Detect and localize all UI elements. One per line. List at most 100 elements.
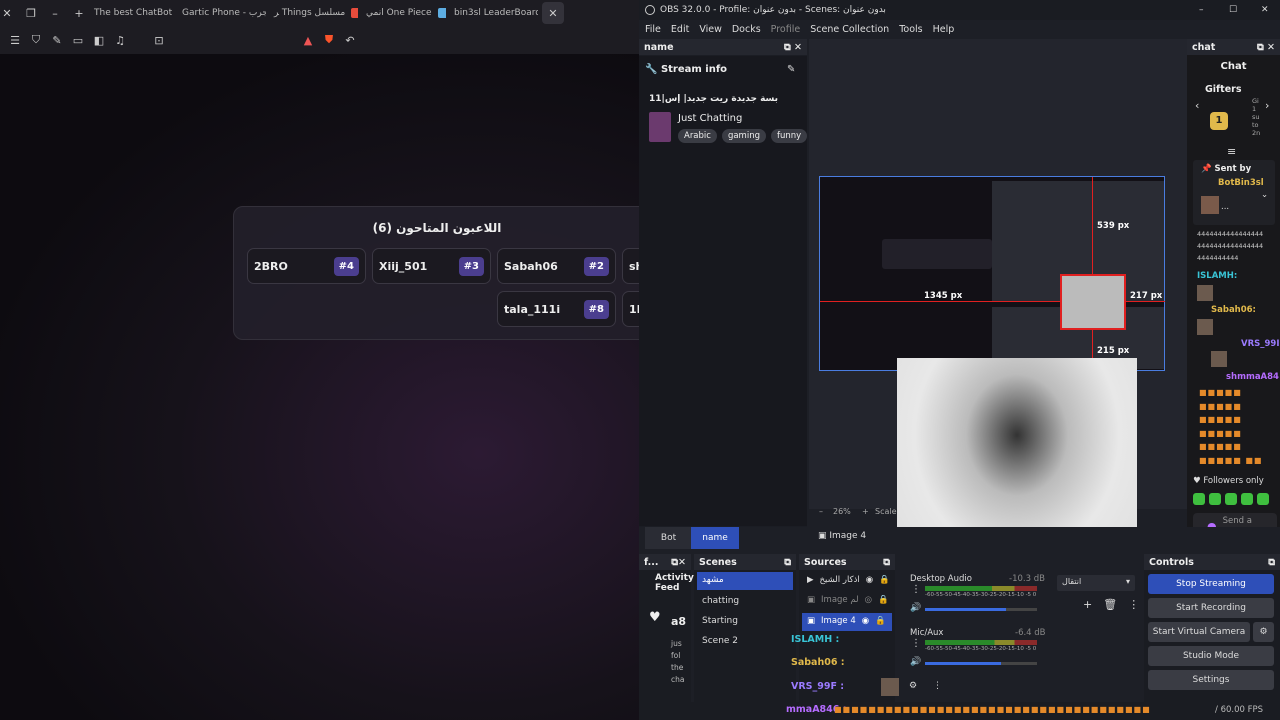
emote-icon[interactable]	[1209, 493, 1221, 505]
chat-user[interactable]: VRS_99I	[1241, 339, 1280, 349]
next-arrow-icon[interactable]: ›	[1265, 99, 1269, 112]
emote-icon[interactable]	[1225, 493, 1237, 505]
emote-icon[interactable]	[1241, 493, 1253, 505]
menu-view[interactable]: View	[699, 24, 722, 35]
minimize-icon[interactable]: –	[1199, 5, 1204, 15]
activity-text: jus fol the cha	[671, 639, 685, 684]
mic-volume-slider[interactable]	[925, 662, 1037, 665]
filter-icon[interactable]: ≡	[1227, 145, 1236, 158]
obs-titlebar: OBS 32.0.0 - Profile: بدون عنوان - Scene…	[639, 0, 1280, 20]
menu-icon[interactable]: ☰	[8, 33, 22, 47]
tab-gartic[interactable]: Gartic Phone - جرب	[174, 0, 266, 26]
lock-icon[interactable]: 🔒	[875, 616, 886, 628]
gear-icon[interactable]: ⚙	[1253, 622, 1274, 642]
trash-icon[interactable]: 🗑	[1103, 598, 1117, 611]
close-icon[interactable]: ✕	[1261, 5, 1269, 15]
prev-arrow-icon[interactable]: ‹	[1195, 99, 1199, 112]
player-card[interactable]: Xiij_501 #3	[372, 248, 491, 284]
overlay-chat-user: VRS_99F :	[791, 681, 845, 692]
chat-user[interactable]: ISLAMH:	[1197, 271, 1237, 281]
brave-icon[interactable]: ⛊	[322, 33, 336, 47]
zoom-plus[interactable]: +	[862, 507, 869, 516]
player-card[interactable]: 2BRO #4	[247, 248, 366, 284]
stream-info-header: 🔧 Stream info	[645, 64, 728, 75]
close-window-icon[interactable]: ✕	[0, 6, 14, 20]
chat-title: Chat	[1220, 61, 1247, 72]
source-item-selected[interactable]: ▣ Image 4 ◉ 🔒	[802, 613, 892, 631]
tab-name[interactable]: name	[691, 527, 739, 549]
settings-button[interactable]: Settings	[1148, 670, 1274, 690]
settings-icon[interactable]: ⚙	[909, 681, 917, 691]
player-card[interactable]: sh	[622, 248, 639, 284]
extension-icon[interactable]: ✎	[50, 33, 64, 47]
tag[interactable]: funny	[770, 129, 808, 143]
play-icon[interactable]: ▶	[807, 575, 814, 585]
undo-icon[interactable]: ↶	[343, 33, 357, 47]
restore-icon[interactable]: ❐	[24, 6, 38, 20]
music-icon[interactable]: ♫	[113, 33, 127, 47]
heart-icon: ♥	[649, 610, 661, 625]
more-icon[interactable]: ⋮	[911, 584, 921, 595]
edit-icon[interactable]: ✎	[787, 64, 795, 75]
close-tab-icon[interactable]: ✕	[542, 2, 564, 24]
rank-badge: #2	[583, 256, 609, 276]
more-icon[interactable]: ⋮	[1128, 598, 1139, 611]
speaker-icon[interactable]: 🔊	[910, 657, 921, 667]
notification-icon[interactable]: ▲	[301, 33, 315, 47]
start-virtual-camera-button[interactable]: Start Virtual Camera	[1148, 622, 1250, 642]
source-item[interactable]: ▶ اذكار الشيخ ◉ 🔒	[807, 575, 890, 585]
tag[interactable]: Arabic	[678, 129, 717, 143]
start-recording-button[interactable]: Start Recording	[1148, 598, 1274, 618]
tab-leaderboard[interactable]: bin3sl LeaderBoard	[446, 0, 538, 26]
emote-icon[interactable]	[1193, 493, 1205, 505]
emote-icon[interactable]	[1257, 493, 1269, 505]
add-icon[interactable]: +	[1083, 598, 1092, 611]
scene-item[interactable]: chatting	[702, 596, 739, 606]
menu-help[interactable]: Help	[933, 24, 955, 35]
eye-icon[interactable]: ◉	[866, 575, 873, 585]
screenshot-icon[interactable]: ⊡	[152, 33, 166, 47]
more-icon[interactable]: ⋮	[933, 681, 942, 691]
meter-scale: -60-55-50-45-40-35-30-25-20-15-10 -5 0	[925, 592, 1037, 598]
new-tab-icon[interactable]: +	[72, 6, 86, 20]
maximize-icon[interactable]: ☐	[1229, 5, 1237, 15]
scene-item[interactable]: Scene 2	[702, 636, 738, 646]
transition-select[interactable]: انتقال ▾	[1057, 575, 1135, 591]
menu-scene-collection[interactable]: Scene Collection	[810, 24, 889, 35]
menu-edit[interactable]: Edit	[671, 24, 689, 35]
player-card[interactable]: 1H	[622, 291, 639, 327]
scene-item[interactable]: Starting	[702, 616, 738, 626]
chat-user[interactable]: Sabah06:	[1211, 305, 1256, 315]
minimize-icon[interactable]: –	[48, 6, 62, 20]
tab-one-piece[interactable]: انمي One Piece	[358, 0, 446, 26]
studio-mode-button[interactable]: Studio Mode	[1148, 646, 1274, 666]
eye-off-icon[interactable]: ◎	[865, 595, 872, 605]
menu-file[interactable]: File	[645, 24, 661, 35]
lock-icon[interactable]: 🔒	[878, 595, 889, 605]
tab-stranger-things[interactable]: ﺮ Things مسلسل	[266, 0, 358, 26]
tab-bot[interactable]: Bot	[645, 527, 692, 549]
lock-icon[interactable]: 🔒	[879, 575, 890, 585]
menu-tools[interactable]: Tools	[899, 24, 922, 35]
scene-item[interactable]: مشهد	[697, 572, 793, 590]
player-card[interactable]: Sabah06 #2	[497, 248, 616, 284]
menu-docks[interactable]: Docks	[732, 24, 761, 35]
tab-manager-icon[interactable]: ▭	[71, 33, 85, 47]
speaker-icon[interactable]: 🔊	[910, 603, 921, 613]
zoom-minus[interactable]: –	[819, 507, 823, 516]
player-card[interactable]: tala_111i #8	[497, 291, 616, 327]
chat-user[interactable]: shmmaA84	[1226, 372, 1279, 382]
source-item[interactable]: ▣ Image لم ◎ 🔒	[807, 595, 889, 605]
shield-icon[interactable]: ⛉	[29, 33, 43, 47]
tab-chatbot[interactable]: The best ChatBot	[86, 0, 174, 26]
sidebar-icon[interactable]: ◧	[92, 33, 106, 47]
eye-icon[interactable]: ◉	[862, 616, 869, 628]
more-icon[interactable]: ⋮	[911, 638, 921, 649]
selected-source-box[interactable]	[1060, 274, 1126, 330]
desktop-volume-slider[interactable]	[925, 608, 1037, 611]
preview-canvas[interactable]: 1345 px 539 px 217 px 215 px	[819, 176, 1165, 371]
menu-profile[interactable]: Profile	[771, 24, 801, 35]
stop-streaming-button[interactable]: Stop Streaming	[1148, 574, 1274, 594]
tag[interactable]: gaming	[721, 129, 766, 143]
chevron-down-icon[interactable]: ⌄	[1261, 190, 1268, 200]
